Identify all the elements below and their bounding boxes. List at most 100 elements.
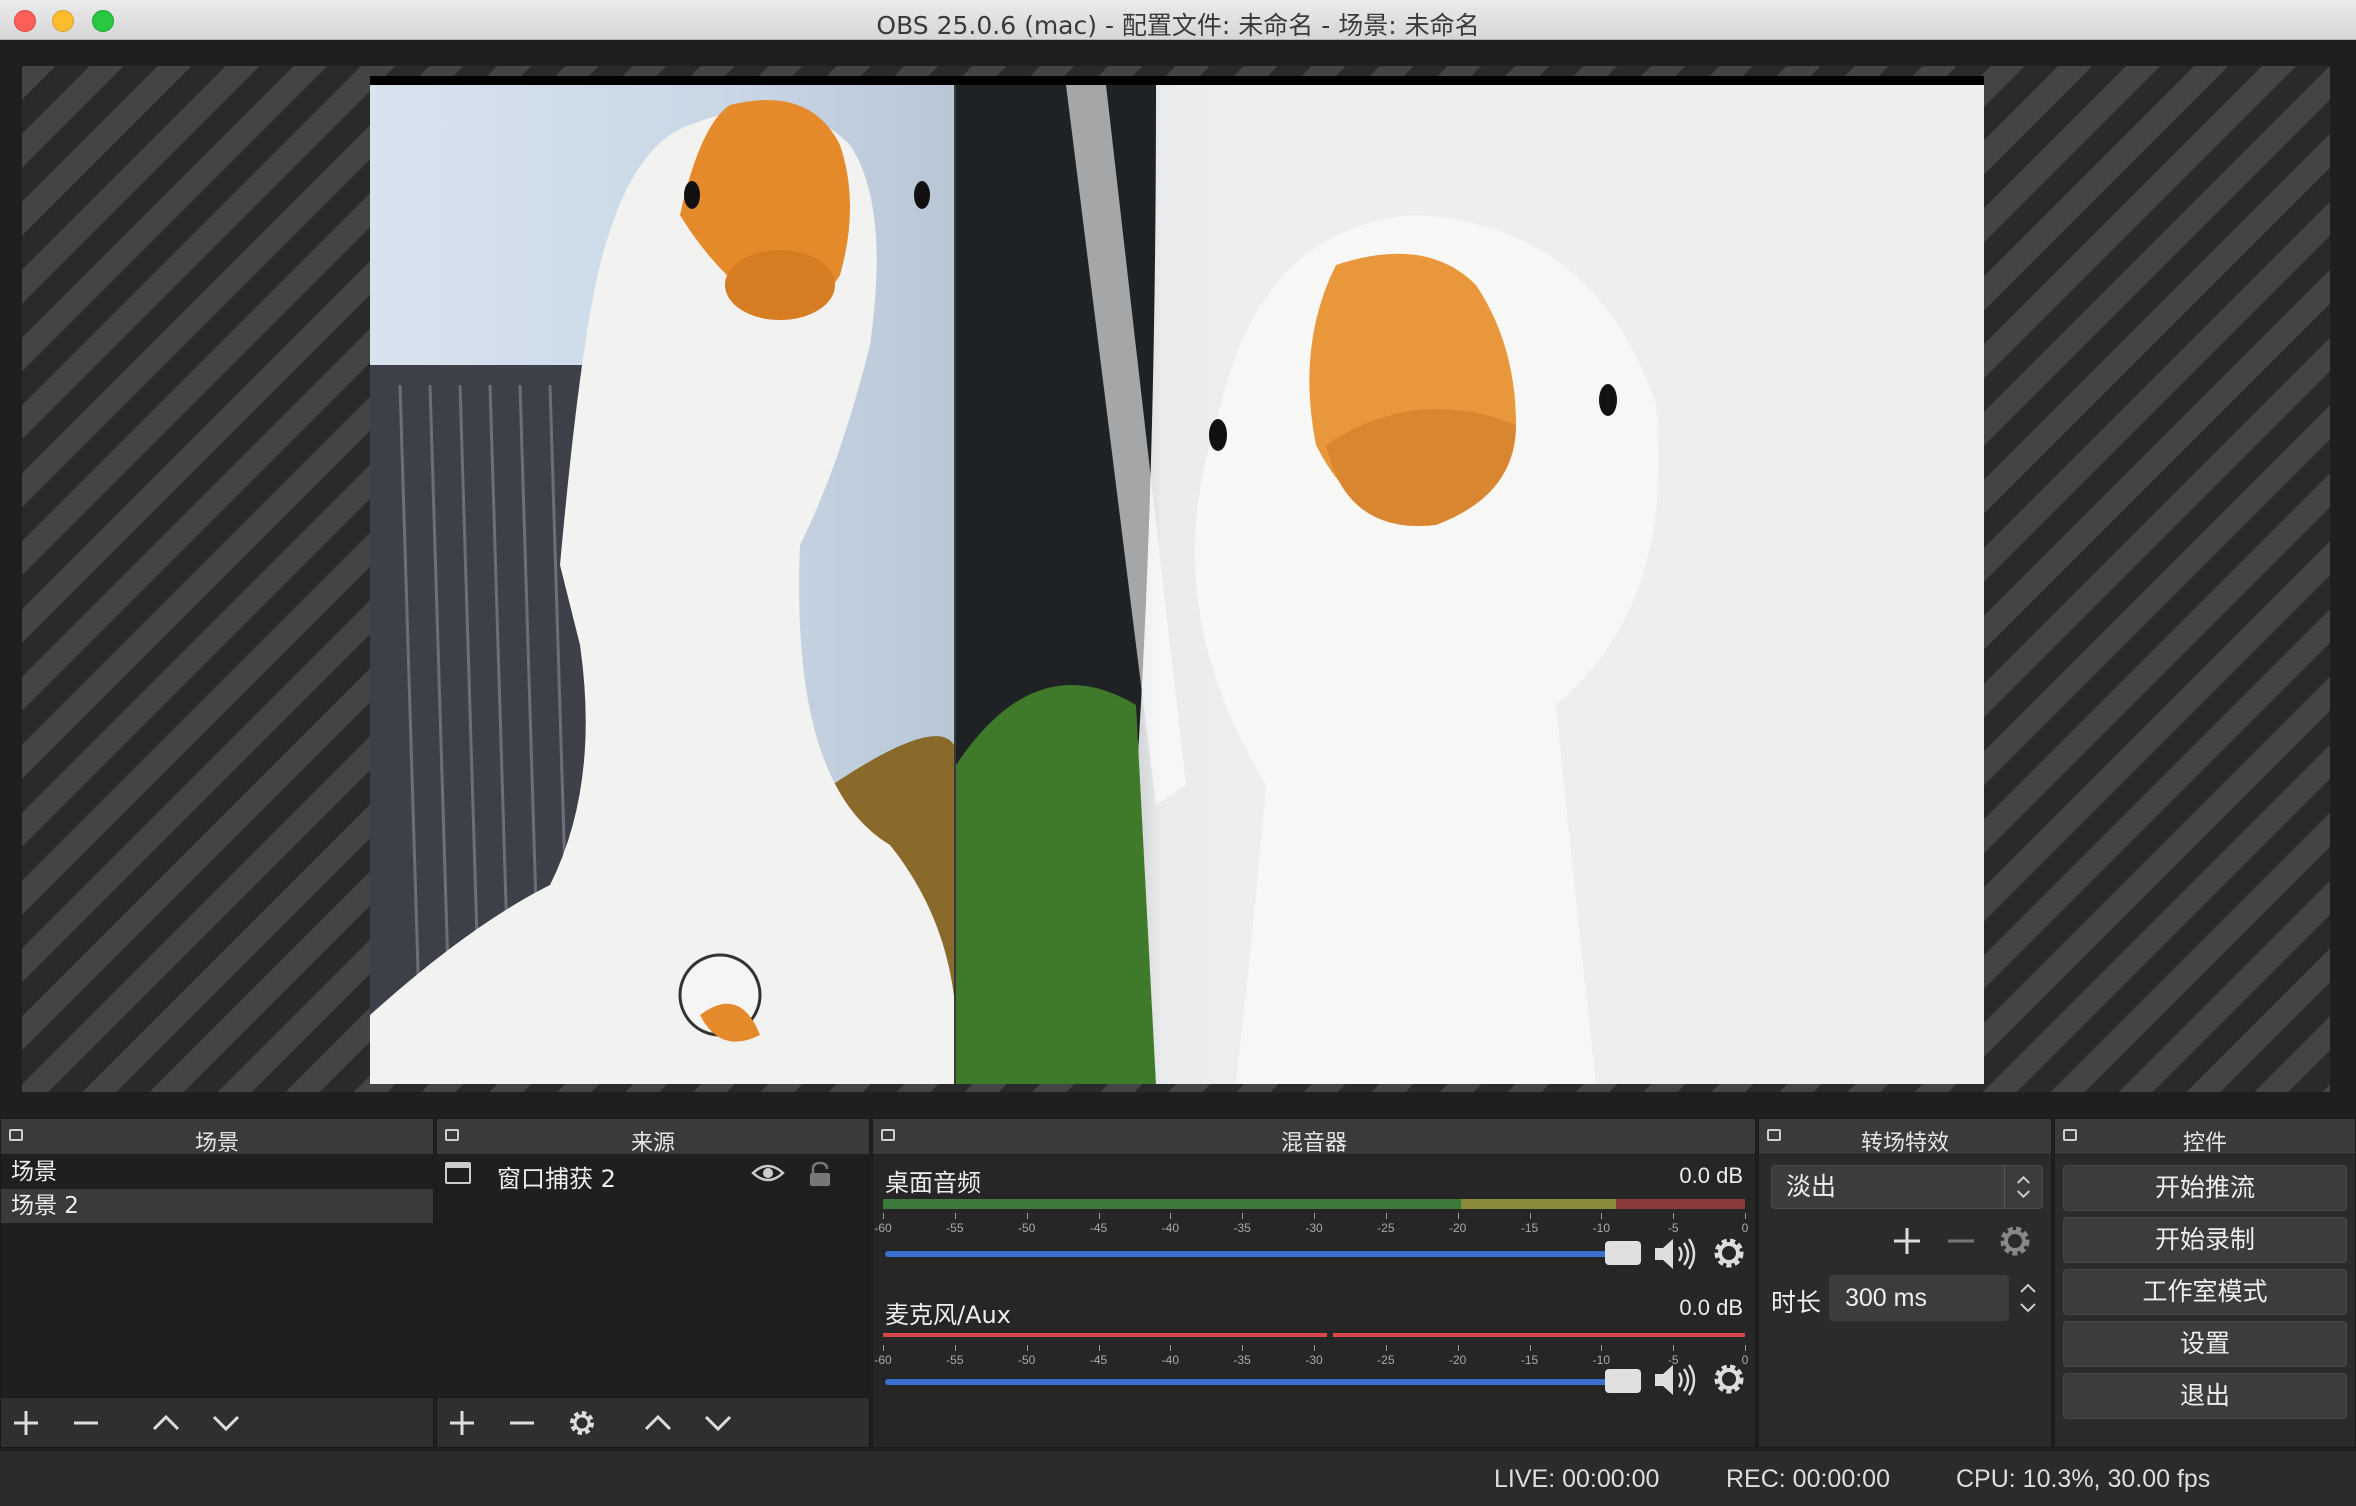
meter-tick [1673, 1345, 1675, 1351]
remove-scene-button[interactable] [69, 1406, 103, 1440]
title-bar: OBS 25.0.6 (mac) - 配置文件: 未命名 - 场景: 未命名 [0, 0, 2356, 40]
meter-tick-label: -50 [1017, 1221, 1036, 1235]
meter-tick [954, 1213, 956, 1219]
camera-feed-left [370, 85, 954, 1084]
meter-tick [1098, 1345, 1100, 1351]
chevron-down-icon [212, 1415, 240, 1432]
meter-tick [883, 1345, 884, 1351]
controls-panel: 控件 开始推流 开始录制 工作室模式 设置 退出 [2054, 1118, 2356, 1448]
scenes-list[interactable]: 场景 场景 2 [1, 1155, 433, 1397]
start-streaming-button[interactable]: 开始推流 [2063, 1165, 2347, 1211]
scene-item[interactable]: 场景 [1, 1155, 433, 1189]
sources-panel-header: 来源 [437, 1119, 869, 1156]
meter-tick-label: -25 [1377, 1353, 1395, 1367]
meter-tick [1314, 1345, 1315, 1351]
gear-icon[interactable] [1711, 1361, 1747, 1397]
meter-tick [1026, 1345, 1028, 1351]
meter-tick [1026, 1213, 1028, 1219]
move-scene-up-button[interactable] [149, 1406, 183, 1440]
meter-tick [1601, 1213, 1603, 1219]
minus-icon [74, 1421, 98, 1425]
live-timer: LIVE: 00:00:00 [1494, 1465, 1660, 1493]
move-source-up-button[interactable] [641, 1406, 675, 1440]
meter-tick [1529, 1213, 1531, 1219]
move-scene-down-button[interactable] [209, 1406, 243, 1440]
transitions-body: 淡出 时长 300 ms [1759, 1155, 2051, 1447]
window-icon [445, 1162, 471, 1184]
meter-tick-label: -10 [1592, 1353, 1610, 1367]
duration-input[interactable]: 300 ms [1829, 1275, 2009, 1321]
duration-label: 时长 [1771, 1288, 1822, 1317]
add-source-button[interactable] [445, 1406, 479, 1440]
rec-timer: REC: 00:00:00 [1726, 1465, 1890, 1493]
transitions-panel-header: 转场特效 [1759, 1119, 2051, 1156]
sources-panel-title: 来源 [630, 1131, 675, 1156]
eye-icon[interactable] [751, 1161, 785, 1185]
meter-tick-label: 0 [1741, 1221, 1749, 1235]
mixer-track-desktop-audio: 桌面音频 0.0 dB -60 -55 -50 -45 -40 -35 -30 -25 -20-… [874, 1163, 1748, 1293]
move-source-down-button[interactable] [701, 1406, 735, 1440]
source-properties-button[interactable] [565, 1406, 599, 1440]
source-item[interactable]: 窗口捕获 2 [437, 1155, 869, 1193]
meter-tick-label: -20 [1448, 1221, 1467, 1235]
meter-tick-label: -15 [1520, 1221, 1539, 1235]
track-db-readout: 0.0 dB [1679, 1163, 1743, 1188]
add-scene-button[interactable] [9, 1406, 43, 1440]
exit-button[interactable]: 退出 [2063, 1373, 2347, 1419]
preview-canvas[interactable] [370, 76, 1984, 1084]
duration-stepper[interactable] [2013, 1275, 2043, 1321]
meter-tick-label: -35 [1233, 1353, 1251, 1367]
meter-tick [1457, 1345, 1459, 1351]
scenes-panel-header: 场景 [1, 1119, 433, 1156]
meter-tick-label: -40 [1161, 1221, 1179, 1235]
meter-tick [1385, 1213, 1387, 1219]
speaker-icon[interactable] [1653, 1361, 1699, 1399]
volume-slider-handle[interactable] [1605, 1369, 1641, 1393]
meter-tick [1601, 1345, 1603, 1351]
meter-tick [1745, 1213, 1746, 1219]
preview-area[interactable] [22, 66, 2330, 1092]
track-name: 桌面音频 [885, 1169, 981, 1197]
meter-tick [1314, 1213, 1315, 1219]
volume-slider-handle[interactable] [1605, 1241, 1641, 1265]
meter-tick-label: -20 [1448, 1353, 1467, 1367]
scene-item-selected[interactable]: 场景 2 [1, 1189, 433, 1223]
scenes-toolbar [1, 1397, 433, 1447]
meter-tick [1457, 1213, 1459, 1219]
cpu-fps-readout: CPU: 10.3%, 30.00 fps [1956, 1465, 2211, 1493]
chevron-up-icon [644, 1414, 672, 1431]
meter-tick [1529, 1345, 1531, 1351]
speaker-icon[interactable] [1653, 1235, 1699, 1273]
minus-icon[interactable] [1943, 1223, 1979, 1259]
meter-tick-label: -60 [874, 1221, 892, 1235]
meter-tick-label: -40 [1161, 1353, 1179, 1367]
sources-toolbar [437, 1397, 869, 1447]
lock-icon[interactable] [807, 1161, 833, 1187]
window-title: OBS 25.0.6 (mac) - 配置文件: 未命名 - 场景: 未命名 [876, 11, 1480, 40]
gear-icon[interactable] [1711, 1235, 1747, 1271]
gear-icon [570, 1411, 594, 1435]
volume-slider[interactable] [885, 1251, 1625, 1257]
meter-tick-label: -35 [1233, 1221, 1251, 1235]
track-name: 麦克风/Aux [885, 1301, 1011, 1329]
meter-tick [883, 1213, 884, 1219]
studio-mode-button[interactable]: 工作室模式 [2063, 1269, 2347, 1315]
start-recording-button[interactable]: 开始录制 [2063, 1217, 2347, 1263]
meter-tick-label: -5 [1667, 1221, 1679, 1235]
meter-tick-label: -25 [1377, 1221, 1395, 1235]
plus-icon[interactable] [1889, 1223, 1925, 1259]
transition-select[interactable]: 淡出 [1771, 1165, 2043, 1209]
volume-slider[interactable] [885, 1379, 1625, 1385]
meter-ticks: -60 -55 -50 -45 -40 -35 -30 -25 -20 -15 -10 -5 0 [874, 1213, 1748, 1241]
sources-panel: 来源 窗口捕获 2 [436, 1118, 870, 1448]
meter-tick-label: -55 [946, 1353, 964, 1367]
settings-button[interactable]: 设置 [2063, 1321, 2347, 1367]
remove-source-button[interactable] [505, 1406, 539, 1440]
meter-tick-label: -45 [1089, 1353, 1108, 1367]
minus-icon [510, 1421, 534, 1425]
meter-tick-label: -30 [1305, 1353, 1323, 1367]
gear-icon[interactable] [1997, 1223, 2033, 1259]
sources-list[interactable]: 窗口捕获 2 [437, 1155, 869, 1397]
meter-tick [1673, 1213, 1675, 1219]
controls-panel-title: 控件 [2182, 1131, 2227, 1156]
